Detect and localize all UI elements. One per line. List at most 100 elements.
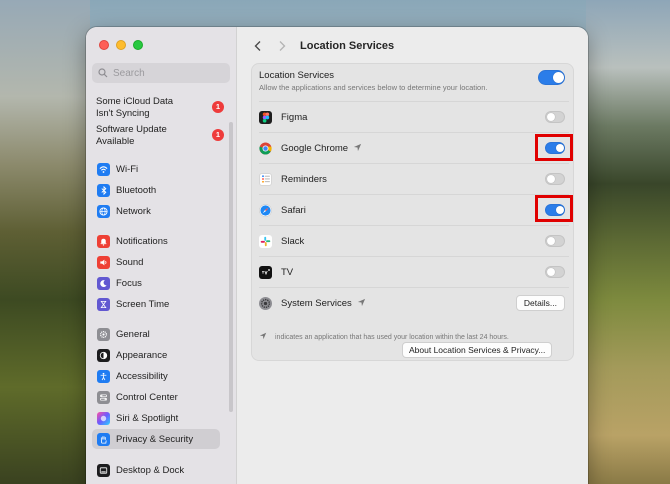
- highlight-box-safari: [535, 195, 573, 222]
- location-arrow-icon: [357, 298, 366, 309]
- close-button[interactable]: [99, 40, 109, 50]
- sidebar-item-label: General: [116, 328, 150, 340]
- app-label: Figma: [281, 111, 308, 123]
- system-settings-window: Search Some iCloud Data Isn't Syncing 1 …: [86, 27, 588, 484]
- sidebar-item-general[interactable]: General: [92, 324, 220, 344]
- sidebar-item-screen-time[interactable]: Screen Time: [92, 294, 220, 314]
- chevron-left-icon: [254, 41, 261, 51]
- sidebar-item-label: Screen Time: [116, 298, 170, 310]
- slack-location-toggle[interactable]: [545, 235, 565, 247]
- location-arrow-icon: [259, 332, 267, 342]
- dock-icon: [97, 463, 110, 477]
- sidebar-item-label: Network: [116, 205, 151, 217]
- wifi-icon: [97, 162, 110, 176]
- location-footnote: indicates an application that has used y…: [259, 332, 509, 342]
- sidebar-item-label: Siri & Spotlight: [116, 412, 179, 424]
- tv-icon: [259, 265, 272, 279]
- about-location-services-button[interactable]: About Location Services & Privacy...: [402, 342, 553, 358]
- alert-update-line1: Software Update: [96, 124, 167, 135]
- footnote-text: indicates an application that has used y…: [275, 333, 509, 341]
- sidebar-item-appearance[interactable]: Appearance: [92, 345, 220, 365]
- back-button[interactable]: [249, 37, 267, 55]
- location-arrow-icon: [353, 143, 362, 154]
- reminders-location-toggle[interactable]: [545, 173, 565, 185]
- accessibility-icon: [97, 369, 110, 383]
- app-row-system-services: System Services Details...: [259, 287, 569, 318]
- sidebar-item-accessibility[interactable]: Accessibility: [92, 366, 220, 386]
- system-services-label: System Services: [281, 297, 352, 309]
- bluetooth-icon: [97, 183, 110, 197]
- search-icon: [98, 68, 108, 78]
- safari-icon: [259, 203, 272, 217]
- sidebar-item-siri-spotlight[interactable]: Siri & Spotlight: [92, 408, 220, 428]
- sidebar-item-label: Desktop & Dock: [116, 464, 185, 476]
- app-row-tv: TV: [259, 256, 569, 287]
- moon-icon: [97, 276, 110, 290]
- app-label: Reminders: [281, 173, 327, 185]
- location-services-description: Allow the applications and services belo…: [259, 83, 488, 92]
- gear-icon: [259, 296, 272, 310]
- zoom-button[interactable]: [133, 40, 143, 50]
- chrome-icon: [259, 141, 272, 155]
- forward-button[interactable]: [273, 37, 291, 55]
- app-row-figma: Figma: [259, 101, 569, 132]
- minimize-button[interactable]: [116, 40, 126, 50]
- alert-icloud-line1: Some iCloud Data: [96, 96, 174, 107]
- desktop-wallpaper-right: [586, 0, 670, 484]
- app-label: TV: [281, 266, 294, 278]
- window-controls: [99, 40, 143, 50]
- globe-icon: [97, 204, 110, 218]
- sidebar-item-notifications[interactable]: Notifications: [92, 231, 220, 251]
- sidebar-item-label: Focus: [116, 277, 142, 289]
- sidebar-item-privacy-security[interactable]: Privacy & Security: [92, 429, 220, 449]
- sidebar-item-focus[interactable]: Focus: [92, 273, 220, 293]
- alert-update-line2: Available: [96, 136, 135, 147]
- location-services-header: Location Services Allow the applications…: [259, 70, 569, 98]
- toggle-knob: [547, 237, 555, 245]
- app-label: Slack: [281, 235, 305, 247]
- sidebar-scrollbar[interactable]: [229, 122, 233, 412]
- gear-icon: [97, 327, 110, 341]
- location-services-title: Location Services: [259, 70, 334, 81]
- sidebar-item-label: Control Center: [116, 391, 178, 403]
- page-title: Location Services: [300, 40, 395, 52]
- main-content: Location Services Location Services Allo…: [237, 27, 588, 484]
- app-row-safari: Safari: [259, 194, 569, 225]
- chevron-right-icon: [279, 41, 286, 51]
- sidebar-item-desktop-dock[interactable]: Desktop & Dock: [92, 460, 220, 480]
- sidebar-item-label: Accessibility: [116, 370, 168, 382]
- hourglass-icon: [97, 297, 110, 311]
- sidebar-item-bluetooth[interactable]: Bluetooth: [92, 180, 220, 200]
- app-row-slack: Slack: [259, 225, 569, 256]
- toggle-knob: [553, 72, 564, 83]
- control-center-icon: [97, 390, 110, 404]
- location-services-toggle[interactable]: [538, 70, 565, 85]
- sidebar-item-control-center[interactable]: Control Center: [92, 387, 220, 407]
- sidebar-item-label: Wi-Fi: [116, 163, 139, 175]
- siri-icon: [97, 411, 110, 425]
- sidebar-item-sound[interactable]: Sound: [92, 252, 220, 272]
- highlight-box-chrome: [535, 134, 573, 161]
- reminders-icon: [259, 172, 272, 186]
- alert-icloud-sync[interactable]: Some iCloud Data Isn't Syncing 1: [96, 96, 228, 120]
- sidebar-item-label: Privacy & Security: [116, 433, 194, 445]
- figma-location-toggle[interactable]: [545, 111, 565, 123]
- sidebar-item-wifi[interactable]: Wi-Fi: [92, 159, 220, 179]
- appearance-icon: [97, 348, 110, 362]
- system-services-details-button[interactable]: Details...: [515, 295, 565, 311]
- sidebar-item-label: Bluetooth: [116, 184, 157, 196]
- search-placeholder: Search: [113, 67, 145, 79]
- desktop-wallpaper-left: [0, 0, 90, 484]
- search-input[interactable]: Search: [92, 63, 230, 83]
- bell-icon: [97, 234, 110, 248]
- app-label: Safari: [281, 204, 306, 216]
- sidebar-item-network[interactable]: Network: [92, 201, 220, 221]
- alert-software-update[interactable]: Software Update Available 1: [96, 124, 228, 148]
- toggle-knob: [547, 113, 555, 121]
- toggle-knob: [547, 268, 555, 276]
- tv-location-toggle[interactable]: [545, 266, 565, 278]
- location-services-panel: Location Services Allow the applications…: [251, 63, 574, 361]
- app-label: Google Chrome: [281, 142, 349, 154]
- speaker-icon: [97, 255, 110, 269]
- toggle-knob: [547, 175, 555, 183]
